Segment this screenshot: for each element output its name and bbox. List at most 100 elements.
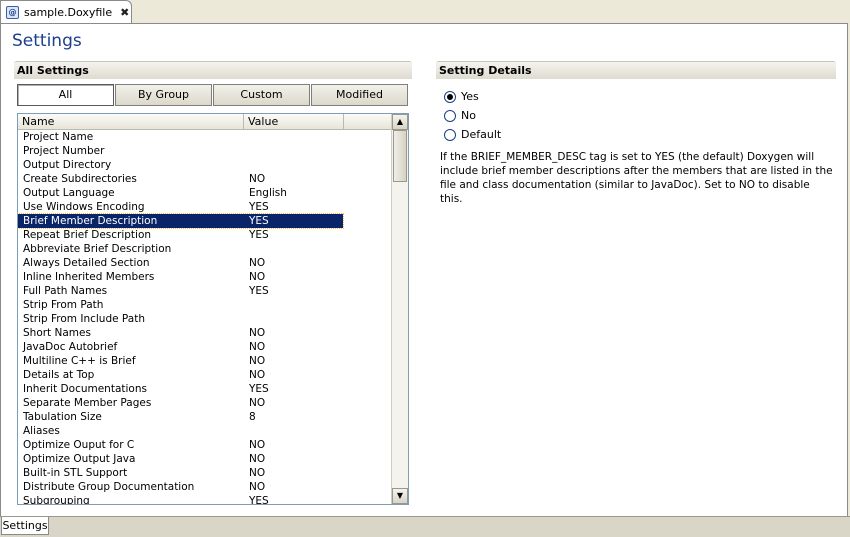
setting-name-cell: Output Language xyxy=(23,187,115,199)
table-row[interactable]: Tabulation Size 8 xyxy=(18,410,391,424)
setting-name-cell: Multiline C++ is Brief xyxy=(23,355,136,367)
table-row[interactable]: Built-in STL Support NO xyxy=(18,466,391,480)
column-header-name[interactable]: Name xyxy=(18,114,244,130)
setting-name-cell: Inline Inherited Members xyxy=(23,271,155,283)
table-row[interactable]: Optimize Output Java NO xyxy=(18,452,391,466)
table-row[interactable]: Repeat Brief Description YES xyxy=(18,228,391,242)
setting-value-cell: English xyxy=(249,187,287,199)
setting-description: If the BRIEF_MEMBER_DESC tag is set to Y… xyxy=(440,151,833,205)
setting-name-cell: Abbreviate Brief Description xyxy=(23,243,172,255)
radio-option-default[interactable]: Default xyxy=(444,125,501,144)
editor-page-tabs: Settings xyxy=(0,516,850,537)
filter-modified-button[interactable]: Modified xyxy=(311,84,408,106)
table-row[interactable]: Project Number xyxy=(18,144,391,158)
setting-value-cell: NO xyxy=(249,355,266,367)
setting-name-cell: Subgrouping xyxy=(23,495,90,505)
setting-value-cell: NO xyxy=(249,271,266,283)
table-row[interactable]: Separate Member Pages NO xyxy=(18,396,391,410)
setting-value-cell: YES xyxy=(249,383,269,395)
setting-name-cell: JavaDoc Autobrief xyxy=(23,341,118,353)
setting-name-cell: Strip From Path xyxy=(23,299,104,311)
radio-option-no[interactable]: No xyxy=(444,106,501,125)
vertical-scrollbar[interactable]: ▲ ▼ xyxy=(391,114,408,504)
table-row[interactable]: Output Directory xyxy=(18,158,391,172)
setting-name-cell: Separate Member Pages xyxy=(23,397,152,409)
setting-name-cell: Optimize Output Java xyxy=(23,453,136,465)
filter-all-button[interactable]: All xyxy=(17,84,114,106)
table-row[interactable]: Strip From Include Path xyxy=(18,312,391,326)
setting-name-cell: Brief Member Description xyxy=(23,215,158,227)
doxyfile-icon: @ xyxy=(6,6,19,19)
table-row[interactable]: Inherit Documentations YES xyxy=(18,382,391,396)
setting-name-cell: Repeat Brief Description xyxy=(23,229,152,241)
table-row[interactable]: Use Windows Encoding YES xyxy=(18,200,391,214)
scrollbar-thumb[interactable] xyxy=(393,130,407,182)
setting-value-cell: NO xyxy=(249,481,266,493)
setting-name-cell: Short Names xyxy=(23,327,91,339)
table-header: Name Value xyxy=(18,114,391,130)
scroll-up-icon[interactable]: ▲ xyxy=(392,114,408,130)
setting-name-cell: Always Detailed Section xyxy=(23,257,150,269)
setting-name-cell: Aliases xyxy=(23,425,60,437)
table-row[interactable]: Subgrouping YES xyxy=(18,494,391,505)
setting-name-cell: Distribute Group Documentation xyxy=(23,481,195,493)
setting-name-cell: Strip From Include Path xyxy=(23,313,145,325)
setting-value-cell: YES xyxy=(249,215,269,227)
radio-option-yes[interactable]: Yes xyxy=(444,87,501,106)
table-row[interactable]: Multiline C++ is Brief NO xyxy=(18,354,391,368)
setting-value-cell: NO xyxy=(249,397,266,409)
table-row[interactable]: Optimize Ouput for C NO xyxy=(18,438,391,452)
filter-bar: All By Group Custom Modified xyxy=(17,84,409,106)
setting-value-cell: NO xyxy=(249,453,266,465)
table-row[interactable]: JavaDoc Autobrief NO xyxy=(18,340,391,354)
setting-value-cell: NO xyxy=(249,327,266,339)
radio-no-icon[interactable] xyxy=(444,109,456,122)
setting-value-cell: YES xyxy=(249,495,269,505)
radio-yes-label: Yes xyxy=(461,90,479,103)
radio-yes-icon[interactable] xyxy=(444,90,456,103)
table-row[interactable]: Inline Inherited Members NO xyxy=(18,270,391,284)
table-row[interactable]: Strip From Path xyxy=(18,298,391,312)
editor-tab-doxyfile[interactable]: @ sample.Doxyfile ✖ xyxy=(0,0,132,24)
setting-name-cell: Details at Top xyxy=(23,369,95,381)
setting-name-cell: Inherit Documentations xyxy=(23,383,147,395)
settings-table: Name Value Project Name Project Number Out… xyxy=(17,113,409,505)
value-radio-group: Yes No Default xyxy=(444,87,501,144)
setting-value-cell: NO xyxy=(249,467,266,479)
scroll-down-icon[interactable]: ▼ xyxy=(392,488,408,504)
table-row[interactable]: Full Path Names YES xyxy=(18,284,391,298)
table-row[interactable]: Project Name xyxy=(18,130,391,144)
setting-value-cell: NO xyxy=(249,369,266,381)
setting-name-cell: Project Number xyxy=(23,145,105,157)
editor-tab-label: sample.Doxyfile xyxy=(24,6,113,19)
setting-name-cell: Use Windows Encoding xyxy=(23,201,145,213)
radio-default-label: Default xyxy=(461,128,502,141)
column-header-value[interactable]: Value xyxy=(244,114,344,130)
setting-value-cell: 8 xyxy=(249,411,256,423)
table-row[interactable]: Output Language English xyxy=(18,186,391,200)
table-row[interactable]: Distribute Group Documentation NO xyxy=(18,480,391,494)
setting-value-cell: NO xyxy=(249,257,266,269)
tab-settings[interactable]: Settings xyxy=(1,517,49,535)
setting-value-cell: NO xyxy=(249,173,266,185)
table-row[interactable]: Create Subdirectories NO xyxy=(18,172,391,186)
setting-value-cell: NO xyxy=(249,439,266,451)
setting-details-header: Setting Details xyxy=(436,61,836,79)
table-row[interactable]: Abbreviate Brief Description xyxy=(18,242,391,256)
table-row[interactable]: Brief Member Description YES xyxy=(18,213,344,229)
table-row[interactable]: Always Detailed Section NO xyxy=(18,256,391,270)
setting-value-cell: YES xyxy=(249,229,269,241)
filter-custom-button[interactable]: Custom xyxy=(213,84,310,106)
setting-name-cell: Project Name xyxy=(23,131,94,143)
setting-name-cell: Create Subdirectories xyxy=(23,173,137,185)
radio-default-icon[interactable] xyxy=(444,128,456,141)
setting-value-cell: YES xyxy=(249,285,269,297)
table-row[interactable]: Short Names NO xyxy=(18,326,391,340)
close-icon[interactable]: ✖ xyxy=(120,6,129,19)
column-header-filler xyxy=(344,114,391,130)
setting-value-cell: YES xyxy=(249,201,269,213)
table-row[interactable]: Aliases xyxy=(18,424,391,438)
filter-by-group-button[interactable]: By Group xyxy=(115,84,212,106)
table-row[interactable]: Details at Top NO xyxy=(18,368,391,382)
setting-name-cell: Optimize Ouput for C xyxy=(23,439,135,451)
